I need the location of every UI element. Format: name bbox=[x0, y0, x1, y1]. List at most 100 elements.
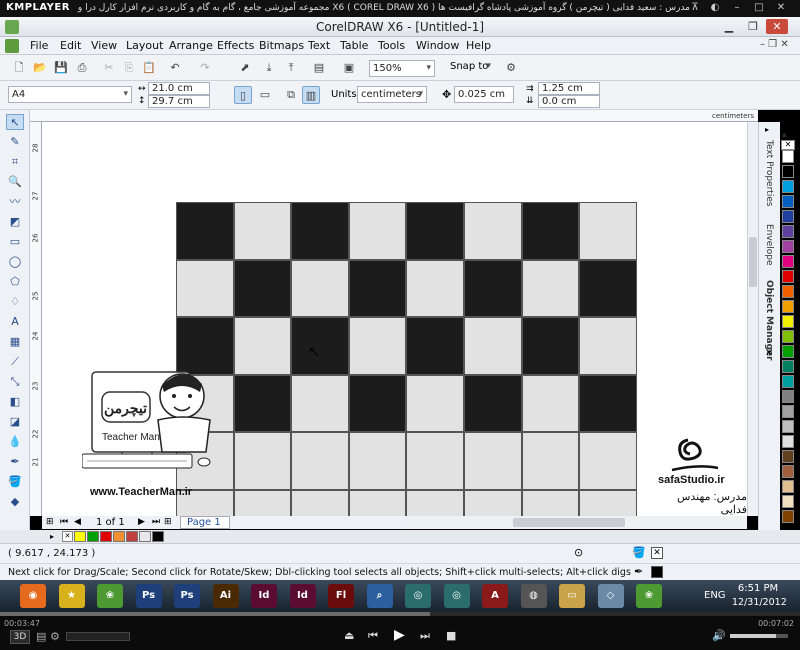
palette-swatch[interactable] bbox=[782, 165, 794, 178]
table-cell[interactable] bbox=[348, 490, 407, 516]
table-cell[interactable] bbox=[233, 490, 292, 516]
horizontal-scrollbar[interactable] bbox=[405, 516, 747, 529]
doc-palette-swatch[interactable] bbox=[126, 531, 138, 542]
player-close-button[interactable]: ✕ bbox=[774, 1, 788, 15]
basic-shapes-tool-icon[interactable]: ♢ bbox=[6, 294, 24, 310]
application-launcher-icon[interactable]: ▣ bbox=[340, 59, 358, 77]
fill-none-swatch[interactable]: ✕ bbox=[651, 547, 663, 559]
copy-icon[interactable]: ⎘ bbox=[120, 59, 138, 77]
playlist-icon[interactable]: ▤ bbox=[36, 630, 46, 643]
taskbar-app-coreldraw-icon[interactable]: ❀ bbox=[97, 584, 123, 608]
doc-palette-swatch[interactable] bbox=[113, 531, 125, 542]
snap-to-dropdown[interactable]: Snap to bbox=[450, 61, 494, 72]
taskbar-app-paper-icon[interactable]: ◇ bbox=[597, 584, 624, 608]
next-icon[interactable]: ⏭ bbox=[420, 629, 430, 643]
table-cell[interactable] bbox=[464, 432, 522, 490]
tab-envelope[interactable]: Envelope bbox=[764, 224, 774, 266]
connector-tool-icon[interactable]: ⤡ bbox=[6, 374, 24, 390]
stop-icon[interactable]: ■ bbox=[446, 629, 456, 642]
table-cell[interactable] bbox=[521, 374, 580, 433]
doc-palette-swatch[interactable] bbox=[87, 531, 99, 542]
ellipse-tool-icon[interactable]: ◯ bbox=[6, 254, 24, 270]
interactive-fill-tool-icon[interactable]: ◆ bbox=[6, 494, 24, 510]
table-cell[interactable] bbox=[233, 259, 292, 318]
menu-table[interactable]: Table bbox=[340, 39, 368, 52]
blend-tool-icon[interactable]: ◧ bbox=[6, 394, 24, 410]
transparency-tool-icon[interactable]: ◪ bbox=[6, 414, 24, 430]
fill-tool-icon[interactable]: 🪣 bbox=[6, 474, 24, 490]
close-button[interactable]: ✕ bbox=[766, 19, 788, 34]
import-icon[interactable]: ⤓ bbox=[260, 59, 278, 77]
page-height-field[interactable]: 29.7 cm bbox=[148, 95, 210, 108]
menu-window[interactable]: Window bbox=[416, 39, 459, 52]
table-cell[interactable] bbox=[521, 317, 580, 375]
export-icon[interactable]: ⤒ bbox=[282, 59, 300, 77]
palette-swatch[interactable] bbox=[782, 360, 794, 373]
menu-layout[interactable]: Layout bbox=[126, 39, 163, 52]
text-tool-icon[interactable]: A bbox=[6, 314, 24, 330]
table-cell[interactable] bbox=[579, 490, 637, 516]
duplicate-x-field[interactable]: 1.25 cm bbox=[538, 82, 600, 95]
menu-effects[interactable]: Effects bbox=[217, 39, 254, 52]
table-cell[interactable] bbox=[406, 202, 464, 260]
table-cell[interactable] bbox=[406, 374, 464, 433]
palette-swatch[interactable] bbox=[782, 465, 794, 478]
paper-type-dropdown[interactable]: A4 bbox=[8, 86, 132, 103]
eject-icon[interactable]: ⏏ bbox=[344, 629, 354, 642]
portrait-icon[interactable]: ▯ bbox=[234, 86, 252, 104]
units-dropdown[interactable]: centimeters bbox=[357, 86, 427, 103]
cut-icon[interactable]: ✂ bbox=[100, 59, 118, 77]
smart-fill-tool-icon[interactable]: ◩ bbox=[6, 214, 24, 230]
table-cell[interactable] bbox=[579, 259, 637, 318]
outline-tool-icon[interactable]: ✒ bbox=[6, 454, 24, 470]
doc-palette-swatch[interactable] bbox=[100, 531, 112, 542]
table-cell[interactable] bbox=[233, 202, 292, 260]
palette-swatch[interactable] bbox=[782, 300, 794, 313]
landscape-icon[interactable]: ▭ bbox=[256, 86, 274, 104]
paste-icon[interactable]: 📋 bbox=[140, 59, 158, 77]
checkerboard-table[interactable] bbox=[176, 202, 637, 516]
duplicate-y-field[interactable]: 0.0 cm bbox=[538, 95, 600, 108]
palette-scroll-up-icon[interactable]: ▴ bbox=[782, 130, 787, 140]
table-cell[interactable] bbox=[406, 490, 464, 516]
freehand-tool-icon[interactable]: 〰 bbox=[6, 194, 24, 210]
table-cell[interactable] bbox=[579, 317, 637, 375]
taskbar-app-autocad-icon[interactable]: A bbox=[482, 584, 508, 608]
add-page-end-icon[interactable]: ⊞ bbox=[164, 517, 172, 527]
menu-help[interactable]: Help bbox=[466, 39, 491, 52]
eyedropper-tool-icon[interactable]: 💧 bbox=[6, 434, 24, 450]
clock-time[interactable]: 6:51 PM bbox=[736, 583, 780, 594]
play-icon[interactable]: ▶ bbox=[394, 627, 405, 643]
table-cell[interactable] bbox=[464, 374, 522, 433]
table-cell[interactable] bbox=[348, 317, 407, 375]
table-cell[interactable] bbox=[406, 259, 464, 318]
taskbar-app-stars-icon[interactable]: ★ bbox=[58, 584, 85, 608]
table-cell[interactable] bbox=[464, 259, 522, 318]
taskbar-app-illustrator-icon[interactable]: Ai bbox=[212, 584, 239, 608]
seek-bar[interactable] bbox=[0, 612, 800, 616]
no-fill-swatch[interactable]: ✕ bbox=[781, 140, 795, 150]
crop-tool-icon[interactable]: ⌗ bbox=[6, 154, 24, 170]
minimize-button[interactable]: ▁ bbox=[718, 19, 740, 34]
table-cell[interactable] bbox=[233, 374, 292, 433]
table-cell[interactable] bbox=[464, 317, 522, 375]
3d-button[interactable]: 3D bbox=[10, 630, 30, 644]
palette-swatch[interactable] bbox=[782, 240, 794, 253]
undo-icon[interactable]: ↶ bbox=[166, 59, 184, 77]
palette-swatch[interactable] bbox=[782, 315, 794, 328]
palette-swatch[interactable] bbox=[782, 330, 794, 343]
palette-swatch[interactable] bbox=[782, 270, 794, 283]
palette-swatch[interactable] bbox=[782, 255, 794, 268]
add-page-icon[interactable]: ⊞ bbox=[46, 517, 54, 527]
menu-file[interactable]: File bbox=[30, 39, 48, 52]
palette-swatch[interactable] bbox=[782, 480, 794, 493]
table-cell[interactable] bbox=[291, 259, 349, 318]
first-page-icon[interactable]: ⏮ bbox=[60, 517, 68, 527]
last-page-icon[interactable]: ⏭ bbox=[152, 517, 160, 527]
doc-palette-swatch[interactable] bbox=[152, 531, 164, 542]
save-icon[interactable]: 💾 bbox=[52, 59, 70, 77]
table-cell[interactable] bbox=[406, 317, 464, 375]
menu-tools[interactable]: Tools bbox=[378, 39, 405, 52]
palette-swatch[interactable] bbox=[782, 180, 794, 193]
taskbar-app-photoshop-icon[interactable]: Ps bbox=[174, 584, 200, 608]
